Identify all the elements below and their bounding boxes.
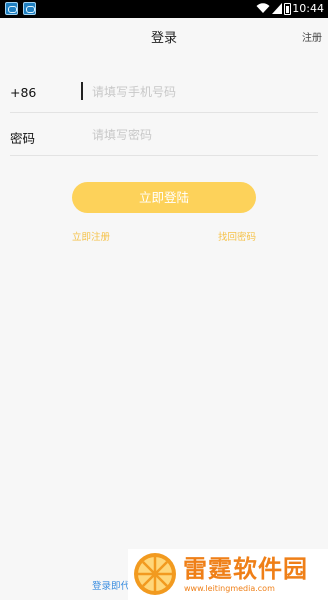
register-link[interactable]: 立即注册 [72,229,110,243]
country-code-label: +86 [10,85,37,100]
login-button[interactable]: 立即登陆 [72,182,256,213]
watermark-url: www.leitingmedia.com [184,584,275,593]
orange-slice-logo [134,553,176,595]
app-icon [23,2,36,15]
agreement-text[interactable]: 登录即代 [92,578,130,592]
signal-icon [272,3,282,14]
password-input[interactable] [80,123,310,147]
wifi-icon [256,3,270,13]
status-bar: 10:44 [0,0,328,18]
phone-input[interactable] [80,80,310,104]
password-label: 密码 [10,131,36,146]
page-title: 登录 [150,31,177,46]
text-cursor [81,82,83,100]
register-button[interactable]: 注册 [302,29,322,44]
battery-icon [284,3,291,15]
watermark: 雷霆软件园 www.leitingmedia.com [128,549,328,600]
status-time: 10:44 [292,2,324,15]
phone-row: +86 [10,71,318,113]
forgot-password-link[interactable]: 找回密码 [218,229,256,243]
password-row: 密码 [10,114,318,156]
nav-bar: 登录 注册 [0,18,328,52]
watermark-title: 雷霆软件园 [183,555,308,583]
app-icon [5,2,18,15]
